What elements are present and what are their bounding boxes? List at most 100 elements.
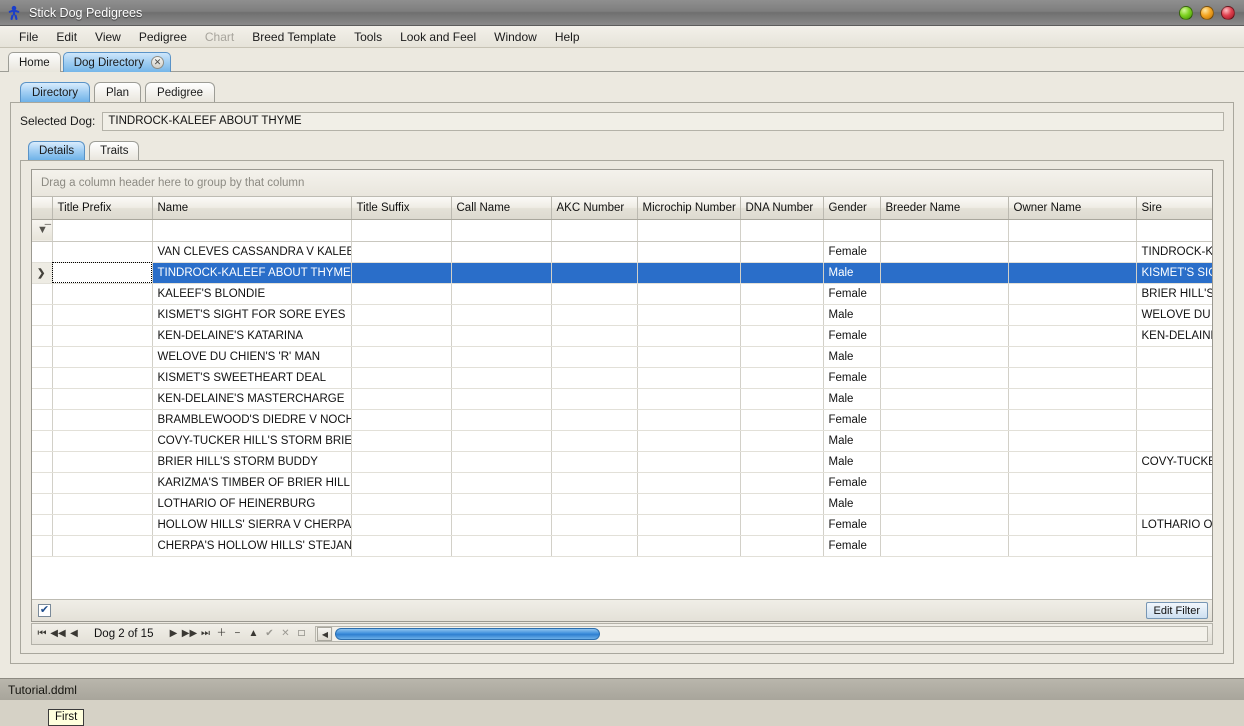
close-button[interactable] — [1221, 6, 1235, 20]
last-record-button[interactable]: ⏭ — [197, 625, 213, 643]
cell-dna-number[interactable] — [740, 367, 823, 388]
cell-title-prefix[interactable] — [52, 430, 152, 451]
cell-gender[interactable]: Female — [823, 241, 880, 262]
row-indicator[interactable] — [32, 241, 52, 262]
cell-gender[interactable]: Male — [823, 430, 880, 451]
cell-akc-number[interactable] — [551, 493, 637, 514]
row-indicator[interactable] — [32, 451, 52, 472]
row-indicator[interactable] — [32, 304, 52, 325]
cell-microchip-number[interactable] — [637, 430, 740, 451]
menu-help[interactable]: Help — [546, 28, 589, 46]
cell-gender[interactable]: Female — [823, 367, 880, 388]
cell-sire[interactable]: TINDROCK-K — [1136, 241, 1212, 262]
cell-gender[interactable]: Male — [823, 388, 880, 409]
tab-plan[interactable]: Plan — [94, 82, 141, 102]
scroll-left-arrow-icon[interactable]: ◀ — [317, 627, 332, 641]
cell-microchip-number[interactable] — [637, 367, 740, 388]
cell-dna-number[interactable] — [740, 325, 823, 346]
cell-call-name[interactable] — [451, 514, 551, 535]
cell-title-prefix[interactable] — [52, 367, 152, 388]
cell-dna-number[interactable] — [740, 472, 823, 493]
row-indicator[interactable] — [32, 325, 52, 346]
cell-name[interactable]: LOTHARIO OF HEINERBURG — [152, 493, 351, 514]
cell-call-name[interactable] — [451, 325, 551, 346]
cell-title-prefix[interactable] — [52, 388, 152, 409]
column-header-microchip-number[interactable]: Microchip Number — [637, 197, 740, 219]
tab-traits[interactable]: Traits — [89, 141, 139, 160]
table-row[interactable]: COVY-TUCKER HILL'S STORM BRIERMale — [32, 430, 1212, 451]
cell-microchip-number[interactable] — [637, 409, 740, 430]
column-header-title-suffix[interactable]: Title Suffix — [351, 197, 451, 219]
cell-title-suffix[interactable] — [351, 262, 451, 283]
cell-microchip-number[interactable] — [637, 283, 740, 304]
cell-breeder-name[interactable] — [880, 241, 1008, 262]
cell-title-suffix[interactable] — [351, 304, 451, 325]
tab-pedigree[interactable]: Pedigree — [145, 82, 215, 102]
cell-gender[interactable]: Female — [823, 283, 880, 304]
cell-owner-name[interactable] — [1008, 409, 1136, 430]
group-by-panel[interactable]: Drag a column header here to group by th… — [32, 170, 1212, 197]
cell-name[interactable]: BRAMBLEWOOD'S DIEDRE V NOCHEE II — [152, 409, 351, 430]
cell-title-suffix[interactable] — [351, 367, 451, 388]
cell-name[interactable]: TINDROCK-KALEEF ABOUT THYME — [152, 262, 351, 283]
scrollbar-thumb[interactable] — [335, 628, 600, 640]
cell-owner-name[interactable] — [1008, 430, 1136, 451]
cell-dna-number[interactable] — [740, 409, 823, 430]
cell-sire[interactable] — [1136, 535, 1212, 556]
cell-owner-name[interactable] — [1008, 262, 1136, 283]
cell-owner-name[interactable] — [1008, 283, 1136, 304]
menu-window[interactable]: Window — [485, 28, 546, 46]
cell-dna-number[interactable] — [740, 493, 823, 514]
column-header-dna-number[interactable]: DNA Number — [740, 197, 823, 219]
column-header-call-name[interactable]: Call Name — [451, 197, 551, 219]
selected-dog-field[interactable]: TINDROCK-KALEEF ABOUT THYME — [102, 112, 1224, 131]
filter-cell[interactable] — [637, 219, 740, 241]
cancel-edit-button[interactable]: ✕ — [277, 625, 293, 643]
row-indicator[interactable] — [32, 493, 52, 514]
cell-name[interactable]: BRIER HILL'S STORM BUDDY — [152, 451, 351, 472]
cell-title-prefix[interactable] — [52, 262, 152, 283]
cell-title-prefix[interactable] — [52, 325, 152, 346]
cell-dna-number[interactable] — [740, 388, 823, 409]
cell-title-prefix[interactable] — [52, 451, 152, 472]
cell-dna-number[interactable] — [740, 514, 823, 535]
cell-breeder-name[interactable] — [880, 409, 1008, 430]
cell-title-suffix[interactable] — [351, 388, 451, 409]
cell-breeder-name[interactable] — [880, 451, 1008, 472]
cell-sire[interactable]: KISMET'S SIG — [1136, 262, 1212, 283]
cell-gender[interactable]: Male — [823, 451, 880, 472]
grid-scroll-area[interactable]: Title Prefix Name Title Suffix Call Name… — [32, 197, 1212, 599]
row-indicator[interactable] — [32, 409, 52, 430]
cell-sire[interactable]: COVY-TUCKE — [1136, 451, 1212, 472]
cell-name[interactable]: KISMET'S SWEETHEART DEAL — [152, 367, 351, 388]
cell-breeder-name[interactable] — [880, 535, 1008, 556]
cell-owner-name[interactable] — [1008, 346, 1136, 367]
cell-akc-number[interactable] — [551, 304, 637, 325]
table-row[interactable]: VAN CLEVES CASSANDRA V KALEEFFemaleTINDR… — [32, 241, 1212, 262]
cell-gender[interactable]: Male — [823, 262, 880, 283]
cell-akc-number[interactable] — [551, 283, 637, 304]
tab-directory[interactable]: Directory — [20, 82, 90, 102]
row-indicator[interactable] — [32, 346, 52, 367]
cell-call-name[interactable] — [451, 409, 551, 430]
cell-dna-number[interactable] — [740, 283, 823, 304]
cell-dna-number[interactable] — [740, 346, 823, 367]
row-indicator[interactable] — [32, 472, 52, 493]
table-row[interactable]: KARIZMA'S TIMBER OF BRIER HILLFemale — [32, 472, 1212, 493]
cell-title-prefix[interactable] — [52, 241, 152, 262]
cell-akc-number[interactable] — [551, 472, 637, 493]
table-row[interactable]: LOTHARIO OF HEINERBURGMale — [32, 493, 1212, 514]
edit-filter-button[interactable]: Edit Filter — [1146, 602, 1208, 619]
cell-name[interactable]: KARIZMA'S TIMBER OF BRIER HILL — [152, 472, 351, 493]
cell-name[interactable]: KEN-DELAINE'S MASTERCHARGE — [152, 388, 351, 409]
cell-call-name[interactable] — [451, 493, 551, 514]
row-indicator[interactable] — [32, 388, 52, 409]
cell-title-suffix[interactable] — [351, 325, 451, 346]
cell-akc-number[interactable] — [551, 262, 637, 283]
scrollbar-track[interactable] — [333, 627, 1207, 641]
cell-breeder-name[interactable] — [880, 346, 1008, 367]
cell-title-suffix[interactable] — [351, 514, 451, 535]
filter-cell[interactable] — [451, 219, 551, 241]
cell-owner-name[interactable] — [1008, 535, 1136, 556]
cell-sire[interactable] — [1136, 346, 1212, 367]
